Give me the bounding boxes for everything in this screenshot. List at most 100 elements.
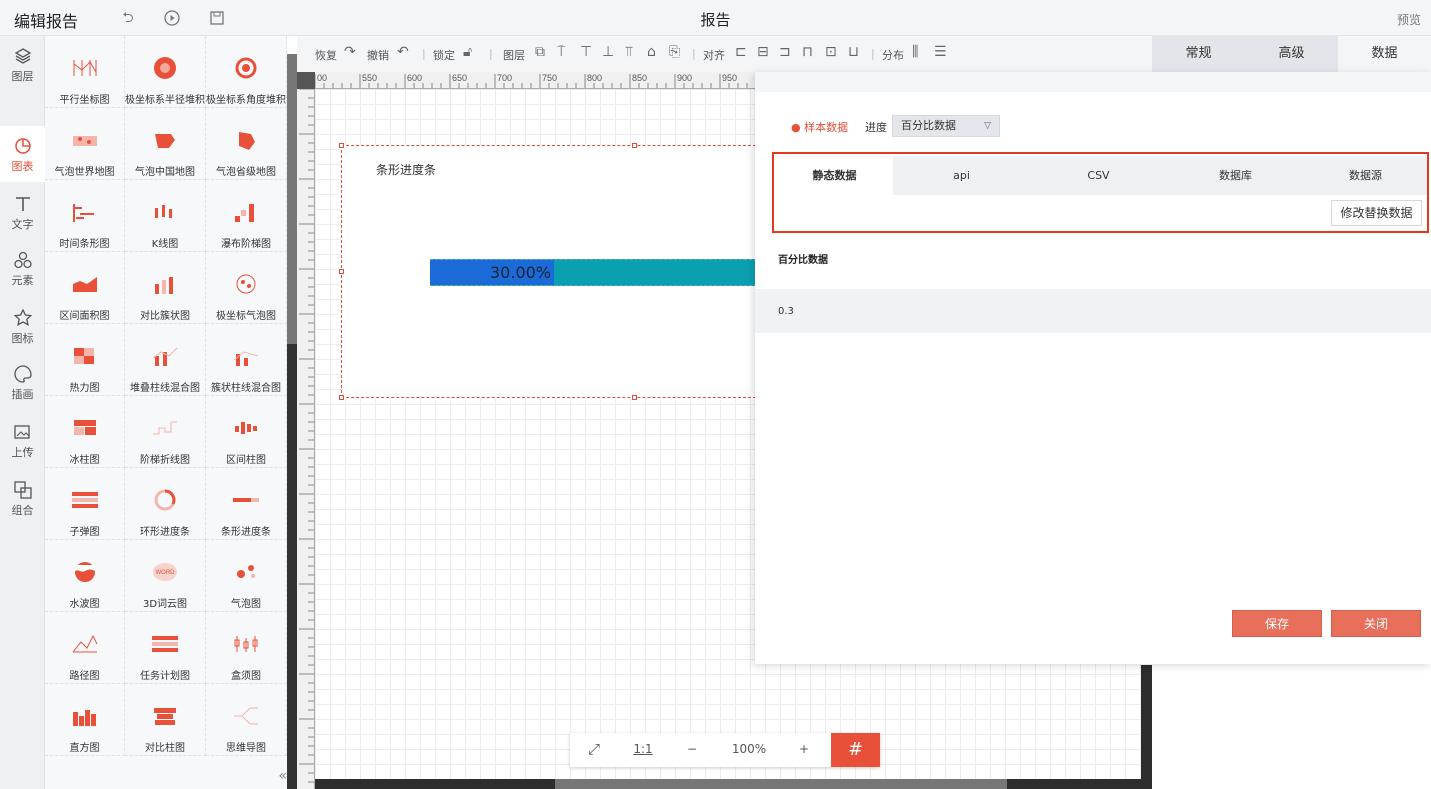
redo-icon[interactable]: ↷ <box>344 44 356 60</box>
chart-palette-item[interactable]: 直方图 <box>45 684 125 756</box>
layer-down-icon[interactable]: ⍑ <box>557 44 565 60</box>
nav-layers[interactable]: 图层 <box>0 36 45 92</box>
tab-general[interactable]: 常规 <box>1152 36 1245 72</box>
ruler-corner <box>297 72 315 89</box>
tab-data[interactable]: 数据 <box>1338 36 1431 72</box>
chart-palette-label: 气泡中国地图 <box>135 167 195 178</box>
collapse-panel-icon[interactable]: « <box>45 768 287 789</box>
chart-palette-item[interactable]: 气泡省级地图 <box>206 108 287 180</box>
chart-palette-item[interactable]: 热力图 <box>45 324 125 396</box>
chart-palette-item[interactable]: 条形进度条 <box>206 468 287 540</box>
chart-palette-label: 堆叠柱线混合图 <box>130 383 200 394</box>
resize-handle[interactable] <box>339 143 344 148</box>
resize-handle[interactable] <box>632 395 637 400</box>
chart-palette-item[interactable]: 区间柱图 <box>206 396 287 468</box>
chart-palette-label: 对比柱图 <box>145 743 185 754</box>
chart-palette-label: 气泡省级地图 <box>216 167 276 178</box>
layer-bottom-icon[interactable]: ⊥ <box>602 44 614 60</box>
resize-handle[interactable] <box>339 395 344 400</box>
chart-palette-item[interactable]: 水波图 <box>45 540 125 612</box>
chart-palette-item[interactable]: 时间条形图 <box>45 180 125 252</box>
data-panel: ● 样本数据 进度 百分比数据 ▽ 静态数据 api CSV 数据库 数据源 修… <box>755 72 1431 664</box>
chart-palette-item[interactable]: 极坐标系半径堆积 <box>125 36 206 108</box>
redo-label[interactable]: 恢复 <box>315 47 337 63</box>
chart-palette-item[interactable]: 气泡图 <box>206 540 287 612</box>
align-bottom-icon[interactable]: ⊔ <box>848 44 859 60</box>
chart-palette-item[interactable]: 子弹图 <box>45 468 125 540</box>
undo-icon[interactable]: ↶ <box>397 44 409 60</box>
chart-palette-item[interactable]: 瀑布阶梯图 <box>206 180 287 252</box>
chart-palette-item[interactable]: 气泡世界地图 <box>45 108 125 180</box>
grid-toggle-button[interactable]: # <box>831 733 880 767</box>
tab-datasource[interactable]: 数据源 <box>1304 156 1427 195</box>
progress-select[interactable]: 百分比数据 ▽ <box>892 115 1000 137</box>
chart-palette-item[interactable]: 环形进度条 <box>125 468 206 540</box>
lock-label[interactable]: 锁定 <box>433 47 455 63</box>
chart-palette-item[interactable]: 对比柱图 <box>125 684 206 756</box>
layer-up-icon[interactable]: ⧉ <box>535 44 545 60</box>
nav-group[interactable]: 组合 <box>0 470 45 526</box>
zoom-out-button[interactable]: − <box>682 742 702 756</box>
chart-palette-item[interactable]: 堆叠柱线混合图 <box>125 324 206 396</box>
save-icon[interactable] <box>209 10 225 26</box>
canvas-scrollbar[interactable] <box>315 779 1152 789</box>
tab-database[interactable]: 数据库 <box>1167 156 1304 195</box>
chart-palette-item[interactable]: 簇状柱线混合图 <box>206 324 287 396</box>
chart-palette-item[interactable]: 路径图 <box>45 612 125 684</box>
nav-text[interactable]: 文字 <box>0 184 45 240</box>
align-right-icon[interactable]: ⊐ <box>779 44 791 60</box>
percent-data-value[interactable]: 0.3 <box>778 306 794 317</box>
chart-palette-item[interactable]: K线图 <box>125 180 206 252</box>
chart-palette-item[interactable]: 任务计划图 <box>125 612 206 684</box>
layer-top-icon[interactable]: ⊤ <box>580 44 592 60</box>
resize-handle[interactable] <box>339 269 344 274</box>
chart-palette-item[interactable]: 冰柱图 <box>45 396 125 468</box>
preview-button[interactable]: 预览 <box>1397 11 1421 28</box>
play-icon[interactable] <box>164 10 180 26</box>
chart-palette-item[interactable]: 平行坐标图 <box>45 36 125 108</box>
chart-palette-item[interactable]: WORD 3D词云图 <box>125 540 206 612</box>
nav-illustrations[interactable]: 插画 <box>0 354 45 410</box>
save-button[interactable]: 保存 <box>1232 610 1322 637</box>
align-top-icon[interactable]: ⊓ <box>802 44 813 60</box>
nav-upload[interactable]: 上传 <box>0 412 45 468</box>
tab-advanced[interactable]: 高级 <box>1245 36 1338 72</box>
zoom-in-button[interactable]: + <box>794 742 814 756</box>
actual-size-button[interactable]: 1:1 <box>630 742 656 756</box>
chart-thumbnail-icon: WORD <box>150 560 180 584</box>
nav-charts[interactable]: 图表 <box>0 126 45 182</box>
copy-icon[interactable]: ⎘ <box>669 44 680 60</box>
palette-scrollbar[interactable] <box>287 54 297 789</box>
modify-data-button[interactable]: 修改替换数据 <box>1331 200 1422 226</box>
align-left-icon[interactable]: ⊏ <box>735 44 747 60</box>
progress-track: 30.00% <box>430 259 762 286</box>
chart-palette-item[interactable]: 对比簇状图 <box>125 252 206 324</box>
chart-palette-item[interactable]: 思维导图 <box>206 684 287 756</box>
progress-bar-component[interactable]: 条形进度条 30.00% <box>339 143 762 400</box>
fit-screen-icon[interactable]: ⤢ <box>584 740 604 758</box>
chart-palette-item[interactable]: 区间面积图 <box>45 252 125 324</box>
tab-static-data[interactable]: 静态数据 <box>776 156 893 195</box>
layer-center-icon[interactable]: ⫪ <box>625 44 633 60</box>
sample-data-link[interactable]: ● 样本数据 <box>791 119 848 135</box>
chart-palette-item[interactable]: 极坐标系角度堆积 <box>206 36 287 108</box>
chart-palette-item[interactable]: 气泡中国地图 <box>125 108 206 180</box>
align-hcenter-icon[interactable]: ⊟ <box>757 44 769 60</box>
nav-elements[interactable]: 元素 <box>0 240 45 296</box>
delete-icon[interactable]: ⌂ <box>647 44 656 60</box>
align-vcenter-icon[interactable]: ⊡ <box>825 44 837 60</box>
distribute-h-icon[interactable]: ⫼ <box>912 44 918 60</box>
nav-icons[interactable]: 图标 <box>0 298 45 354</box>
chart-palette-item[interactable]: 阶梯折线图 <box>125 396 206 468</box>
lock-icon[interactable]: 🔓︎ <box>463 44 472 60</box>
distribute-v-icon[interactable]: ☰ <box>934 44 947 60</box>
undo-label[interactable]: 撤销 <box>367 47 389 63</box>
tab-api[interactable]: api <box>893 156 1030 195</box>
tab-csv[interactable]: CSV <box>1030 156 1167 195</box>
percent-data-row[interactable]: 0.3 <box>755 289 1431 333</box>
close-button[interactable]: 关闭 <box>1331 610 1421 637</box>
chart-palette-item[interactable]: 极坐标气泡图 <box>206 252 287 324</box>
back-icon[interactable]: ⮌ <box>120 10 136 26</box>
chart-palette-item[interactable]: 盒须图 <box>206 612 287 684</box>
resize-handle[interactable] <box>632 143 637 148</box>
